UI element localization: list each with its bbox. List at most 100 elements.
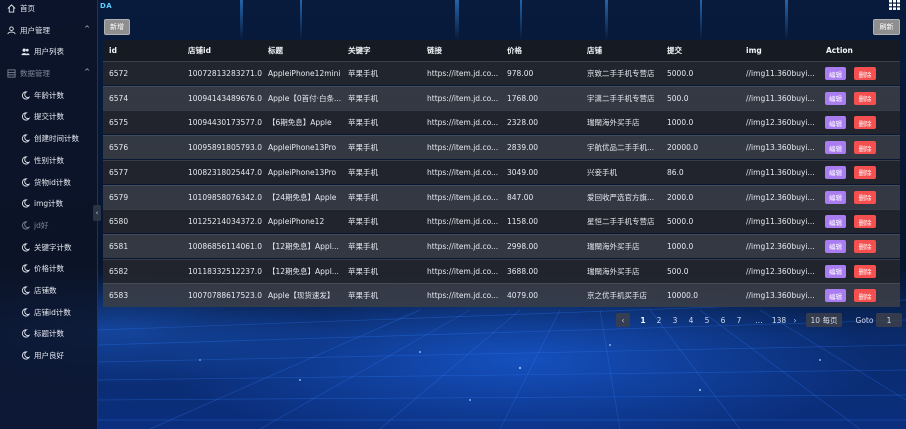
column-header-keyword[interactable]: 关键字 <box>348 40 371 61</box>
page-button[interactable]: 1 <box>636 313 650 327</box>
cell-price: 1158.00 <box>507 217 539 227</box>
delete-button[interactable]: 删除 <box>854 289 876 303</box>
table-row[interactable]: 6581 10086856114061.0 【12期免息】Appl... 苹果手机 ht… <box>103 233 900 258</box>
table-row[interactable]: 6574 10094143489676.0 Apple【0首付·白条... 苹果手机 h… <box>103 85 900 110</box>
cell-submit: 5000.0 <box>667 217 694 227</box>
cell-img: //img12.360buyi... <box>746 241 815 251</box>
edit-button[interactable]: 编辑 <box>825 264 846 278</box>
delete-button[interactable]: 删除 <box>854 190 876 204</box>
refresh-button[interactable]: 刷新 <box>873 19 900 35</box>
sidebar-item-img-count[interactable]: img计数 <box>0 196 98 210</box>
page-size-select[interactable]: 10 每页 <box>806 313 842 327</box>
edit-button[interactable]: 编辑 <box>825 141 846 155</box>
edit-button[interactable]: 编辑 <box>825 215 846 229</box>
delete-button[interactable]: 删除 <box>854 67 876 80</box>
delete-button[interactable]: 删除 <box>854 264 876 278</box>
sidebar-item-label: jd好 <box>34 220 49 230</box>
edit-button[interactable]: 编辑 <box>825 165 846 179</box>
cell-shop: 兴妾手机 <box>587 167 617 177</box>
page-ellipsis[interactable]: ... <box>750 313 768 327</box>
edit-button[interactable]: 编辑 <box>825 239 846 253</box>
table-row[interactable]: 6575 10094430173577.0 【6期免息】Apple 苹果手机 https… <box>103 110 900 135</box>
sidebar-item-age-count[interactable]: 年龄计数 <box>0 88 98 102</box>
cell-id: 6580 <box>109 217 129 227</box>
add-button[interactable]: 新增 <box>104 19 130 35</box>
cell-keyword: 苹果手机 <box>348 69 378 78</box>
table-row[interactable]: 6577 10082318025447.0 AppleiPhone13Pro 苹果手机… <box>103 159 900 184</box>
table-row[interactable]: 6576 10095891805793.0 AppleiPhone13Pro 苹果手机… <box>103 135 900 160</box>
sidebar-item-label: 提交计数 <box>34 111 64 121</box>
column-header-link[interactable]: 链接 <box>427 40 442 61</box>
cell-link[interactable]: https://item.jd.co... <box>427 161 498 184</box>
column-header-price[interactable]: 价格 <box>507 40 522 61</box>
sidebar-item-label: 数据管理 <box>20 68 50 78</box>
page-button[interactable]: 4 <box>684 313 698 327</box>
table-row[interactable]: 6582 10118332512237.0 【12期免息】Appl... 苹果手机 ht… <box>103 258 900 283</box>
column-header-shop[interactable]: 店铺 <box>587 40 602 61</box>
delete-button[interactable]: 删除 <box>854 215 876 229</box>
sidebar-item-keyword-count[interactable]: 关键字计数 <box>0 240 98 254</box>
data-icon <box>6 68 16 78</box>
cell-shop-id: 10082318025447.0 <box>188 167 262 177</box>
page-button[interactable]: 7 <box>732 313 746 327</box>
moon-icon <box>20 263 30 273</box>
column-header-shop-id[interactable]: 店铺id <box>188 40 211 61</box>
page-button[interactable]: 3 <box>668 313 682 327</box>
sidebar-item-created-time-count[interactable]: 创建时间计数 <box>0 131 98 145</box>
cell-link[interactable]: https://item.jd.co... <box>427 87 498 110</box>
cell-link[interactable]: https://item.jd.co... <box>427 186 498 209</box>
column-header-title[interactable]: 标题 <box>268 40 283 61</box>
column-header-id[interactable]: id <box>109 40 117 61</box>
edit-button[interactable]: 编辑 <box>825 190 846 204</box>
next-page-button[interactable]: › <box>790 313 800 327</box>
sidebar-item-user-list[interactable]: 用户列表 <box>0 44 98 58</box>
delete-button[interactable]: 删除 <box>854 91 876 105</box>
table-row[interactable]: 6579 10109858076342.0 【24期免息】Apple 苹果手机 http… <box>103 184 900 209</box>
page-button[interactable]: 2 <box>652 313 666 327</box>
delete-button[interactable]: 删除 <box>854 165 876 179</box>
column-header-img[interactable]: img <box>746 40 762 61</box>
column-header-submit[interactable]: 提交 <box>667 40 682 61</box>
sidebar-item-user-management[interactable]: 用户管理 ^ <box>0 23 98 37</box>
table-row[interactable]: 6580 10125214034372.0 AppleiPhone12 苹果手机 htt… <box>103 209 900 234</box>
sidebar-item-gender-count[interactable]: 性别计数 <box>0 153 98 167</box>
edit-button[interactable]: 编辑 <box>825 116 846 130</box>
cell-price: 3688.00 <box>507 266 539 276</box>
cell-link[interactable]: https://item.jd.co... <box>427 62 498 85</box>
sidebar-item-jd-good[interactable]: jd好 <box>0 218 98 232</box>
cell-link[interactable]: https://item.jd.co... <box>427 235 498 258</box>
edit-button[interactable]: 编辑 <box>825 91 846 105</box>
cell-link[interactable]: https://item.jd.co... <box>427 136 498 159</box>
sidebar-item-data-management[interactable]: 数据管理 ^ <box>0 66 98 80</box>
prev-page-button[interactable]: ‹ <box>616 313 630 327</box>
cell-price: 2998.00 <box>507 241 539 251</box>
last-page-button[interactable]: 138 <box>770 313 788 327</box>
page-button[interactable]: 6 <box>716 313 730 327</box>
sidebar-item-title-count[interactable]: 标题计数 <box>0 326 98 340</box>
goto-input[interactable]: 1 <box>876 313 902 327</box>
sidebar-item-submit-count[interactable]: 提交计数 <box>0 109 98 123</box>
delete-button[interactable]: 删除 <box>854 116 876 130</box>
delete-button[interactable]: 删除 <box>854 141 876 155</box>
page-button[interactable]: 5 <box>700 313 714 327</box>
sidebar-collapse-button[interactable]: ‹ <box>93 205 101 221</box>
cell-link[interactable]: https://item.jd.co... <box>427 284 498 307</box>
apps-grid-icon[interactable] <box>889 0 900 10</box>
sidebar-item-price-count[interactable]: 价格计数 <box>0 261 98 275</box>
delete-button[interactable]: 删除 <box>854 239 876 253</box>
sidebar-item-goods-id-count[interactable]: 货物id计数 <box>0 175 98 189</box>
cell-link[interactable]: https://item.jd.co... <box>427 111 498 134</box>
sidebar-item-shop-id-count[interactable]: 店铺id计数 <box>0 305 98 319</box>
cell-submit: 1000.0 <box>667 118 694 128</box>
sidebar-item-user-good[interactable]: 用户良好 <box>0 348 98 362</box>
pagination: ‹ 1 2 3 4 5 6 7 ... 138 › 10 每页 Goto 1 <box>614 313 904 327</box>
edit-button[interactable]: 编辑 <box>825 67 846 80</box>
table-row[interactable]: 6572 10072813283271.0 AppleiPhone12mini 苹果手… <box>103 61 900 85</box>
sidebar-item-home[interactable]: 首页 <box>0 1 98 15</box>
table-row[interactable]: 6583 10070788617523.0 Apple【现货速发】 苹果手机 https… <box>103 283 900 308</box>
cell-link[interactable]: https://item.jd.co... <box>427 210 498 233</box>
cell-link[interactable]: https://item.jd.co... <box>427 260 498 283</box>
edit-button[interactable]: 编辑 <box>825 289 846 303</box>
cell-title: 【12期免息】Appl... <box>268 241 339 251</box>
sidebar-item-shop-count[interactable]: 店铺数 <box>0 283 98 297</box>
